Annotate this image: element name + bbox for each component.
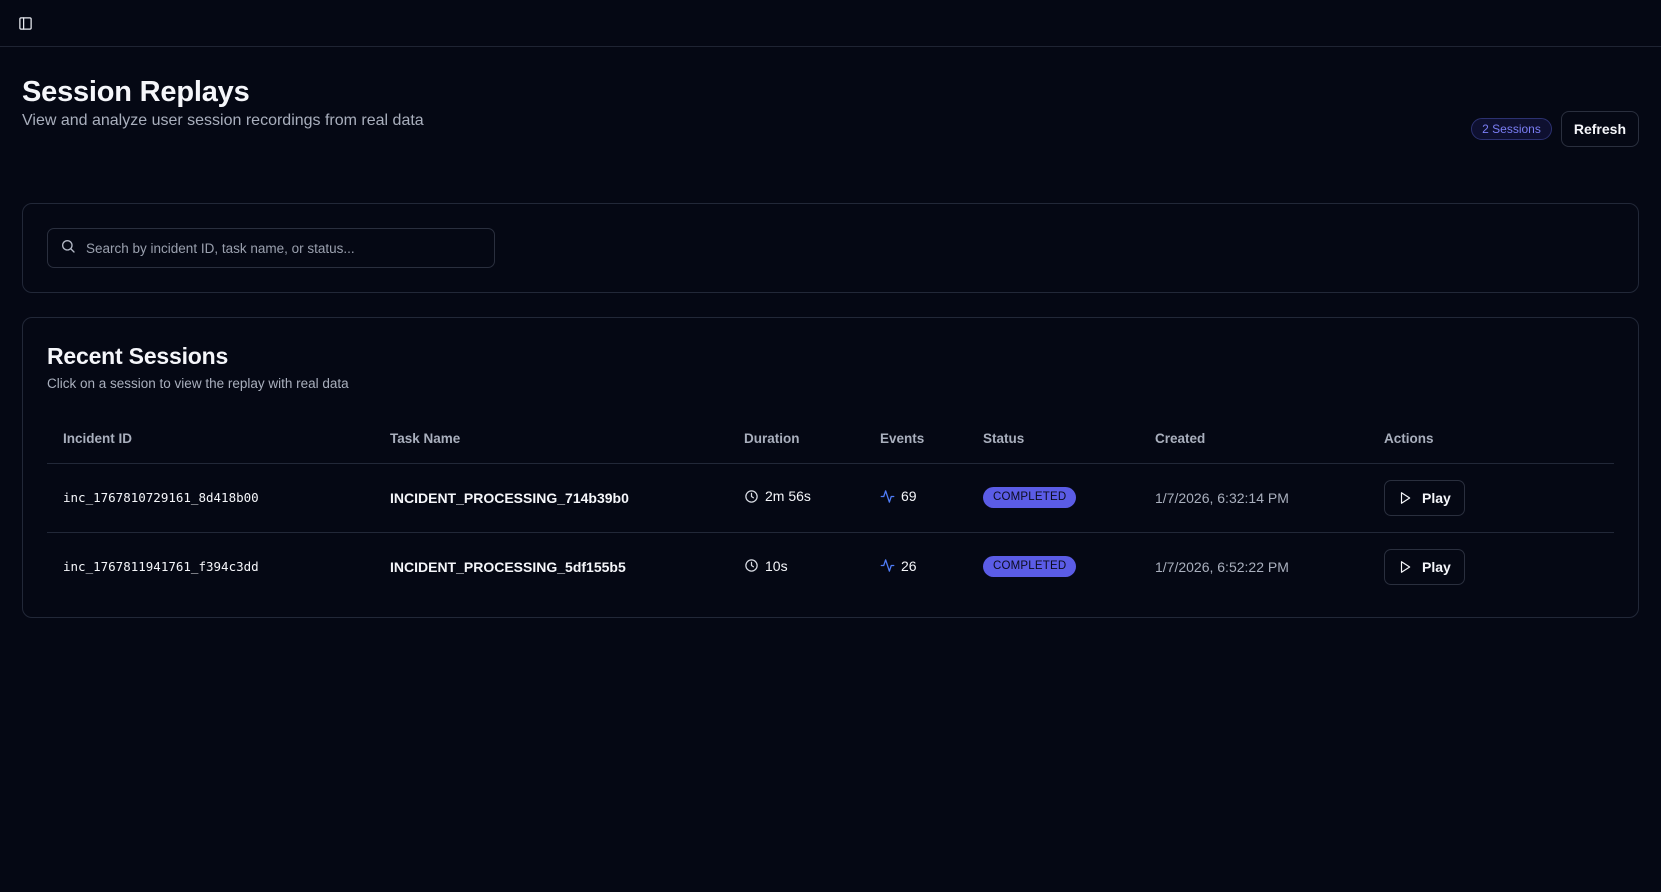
search-icon <box>60 238 76 259</box>
clock-icon <box>745 559 758 572</box>
created-time: 1/7/2026, 6:52:22 PM <box>1155 558 1289 575</box>
task-name: INCIDENT_PROCESSING_714b39b0 <box>374 463 728 533</box>
column-header-events: Events <box>864 415 967 464</box>
page-subtitle: View and analyze user session recordings… <box>22 112 424 129</box>
clock-icon <box>745 490 758 503</box>
status-cell: COMPLETED <box>967 532 1139 601</box>
incident-id: inc_1767810729161_8d418b00 <box>47 463 374 533</box>
events-cell: 69 <box>864 463 967 533</box>
refresh-button[interactable]: Refresh <box>1560 111 1639 147</box>
incident-id: inc_1767811941761_f394c3dd <box>63 559 259 575</box>
task-name: INCIDENT_PROCESSING_5df155b5 <box>390 558 626 575</box>
status-badge: COMPLETED <box>983 556 1077 578</box>
search-input[interactable] <box>86 229 494 267</box>
column-header-created: Created <box>1139 415 1368 464</box>
search-card <box>22 203 1639 293</box>
duration-value: 10s <box>765 557 788 574</box>
page-title: Session Replays <box>22 76 250 108</box>
created-time: 1/7/2026, 6:32:14 PM <box>1139 463 1368 533</box>
actions-cell: Play <box>1368 532 1614 601</box>
recent-sessions-title: Recent Sessions <box>47 343 229 369</box>
duration-cell: 2m 56s <box>728 463 864 533</box>
events-value: 69 <box>901 488 917 505</box>
title-block: Session Replays View and analyze user se… <box>22 74 424 130</box>
recent-sessions-subtitle: Click on a session to view the replay wi… <box>47 376 349 391</box>
header-actions: 2 Sessions Refresh <box>1471 111 1639 147</box>
sidebar-toggle-icon[interactable] <box>16 14 34 32</box>
column-header-actions: Actions <box>1368 415 1614 464</box>
column-header-incident-id: Incident ID <box>47 415 374 464</box>
table-header-row: Incident ID Task Name Duration Events St… <box>47 415 1614 464</box>
duration-value: 2m 56s <box>765 488 811 505</box>
column-header-task-name: Task Name <box>374 415 728 464</box>
status-cell: COMPLETED <box>967 463 1139 533</box>
play-label: Play <box>1422 558 1451 575</box>
status-badge: COMPLETED <box>983 487 1077 508</box>
play-label: Play <box>1422 489 1451 506</box>
play-button[interactable]: Play <box>1384 479 1465 516</box>
column-header-duration: Duration <box>728 415 864 464</box>
actions-cell: Play <box>1368 463 1614 533</box>
play-icon <box>1400 491 1411 504</box>
duration-cell: 10s <box>728 532 864 601</box>
column-header-status: Status <box>967 415 1139 464</box>
play-button[interactable]: Play <box>1384 548 1465 585</box>
top-bar <box>0 0 1661 47</box>
activity-icon <box>880 490 895 503</box>
sessions-table: Incident ID Task Name Duration Events St… <box>47 415 1614 601</box>
recent-sessions-card: Recent Sessions Click on a session to vi… <box>22 317 1639 618</box>
play-icon <box>1400 560 1411 573</box>
table-row[interactable]: inc_1767810729161_8d418b00 INCIDENT_PROC… <box>47 463 1614 533</box>
activity-icon <box>880 559 895 572</box>
events-cell: 26 <box>864 532 967 601</box>
search-box[interactable] <box>47 228 495 268</box>
table-row[interactable]: inc_1767811941761_f394c3dd INCIDENT_PROC… <box>47 532 1614 601</box>
sessions-count-badge: 2 Sessions <box>1471 118 1552 140</box>
page-header: Session Replays View and analyze user se… <box>22 47 1639 203</box>
page-content: Session Replays View and analyze user se… <box>0 47 1661 618</box>
events-value: 26 <box>901 557 917 574</box>
